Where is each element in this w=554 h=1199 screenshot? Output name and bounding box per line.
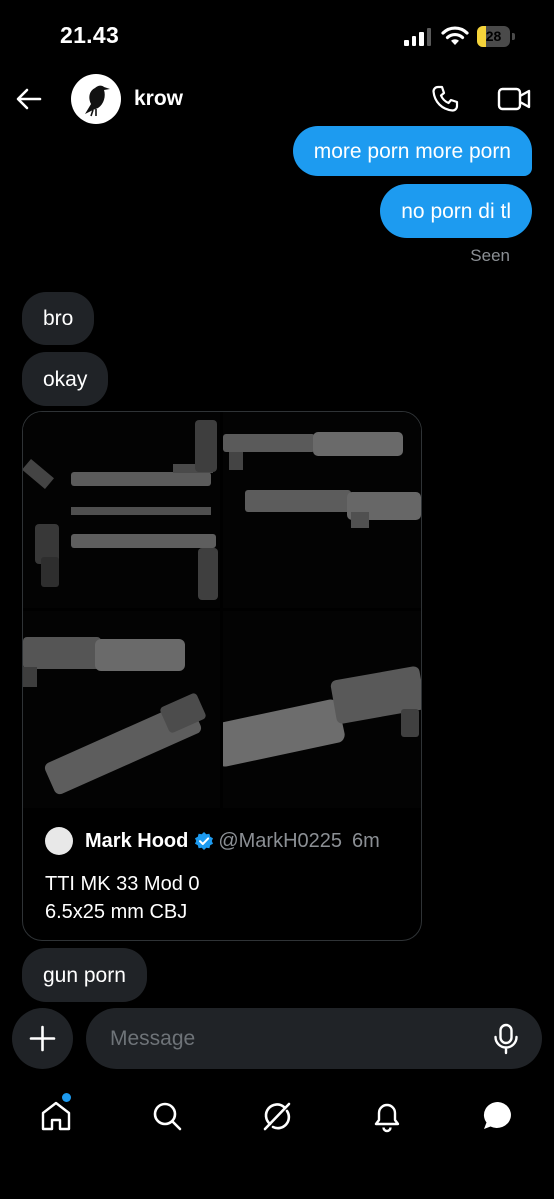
notification-dot <box>62 1093 71 1102</box>
shared-post-card[interactable]: Mark Hood @MarkH0225 6m TTI MK 33 Mod 0 … <box>22 411 422 941</box>
wifi-icon <box>441 26 469 45</box>
post-text-line: 6.5x25 mm CBJ <box>45 901 188 923</box>
avatar[interactable] <box>71 74 121 124</box>
battery-icon: 28 <box>477 26 517 47</box>
crow-icon <box>85 85 110 117</box>
phone-icon[interactable] <box>430 84 460 114</box>
seen-status: Seen <box>470 246 510 265</box>
media-image[interactable] <box>23 611 220 808</box>
post-text: TTI MK 33 Mod 0 6.5x25 mm CBJ <box>45 870 200 926</box>
battery-percent: 28 <box>485 28 502 44</box>
plus-icon <box>29 1025 56 1052</box>
home-icon[interactable] <box>39 1099 73 1133</box>
author-name[interactable]: Mark Hood <box>85 830 188 853</box>
media-image[interactable] <box>223 412 421 608</box>
back-arrow-icon[interactable] <box>14 84 44 114</box>
post-text-line: TTI MK 33 Mod 0 <box>45 873 200 895</box>
bell-icon[interactable] <box>370 1099 404 1133</box>
message-input[interactable] <box>86 1008 542 1069</box>
outgoing-message[interactable]: no porn di tl <box>380 184 532 238</box>
verified-icon <box>195 832 214 850</box>
mic-icon[interactable] <box>492 1023 520 1055</box>
incoming-message[interactable]: bro <box>22 292 95 345</box>
status-time: 21.43 <box>60 22 120 48</box>
post-age: 6m <box>352 829 380 852</box>
author-handle[interactable]: @MarkH0225 <box>218 830 342 853</box>
contact-name[interactable]: krow <box>134 87 183 111</box>
grok-icon[interactable] <box>260 1099 294 1133</box>
author-avatar[interactable] <box>45 827 73 855</box>
media-image[interactable] <box>223 611 421 808</box>
media-image[interactable] <box>23 412 220 608</box>
search-icon[interactable] <box>150 1099 184 1133</box>
signal-icon <box>404 28 434 46</box>
incoming-message[interactable]: gun porn <box>22 948 147 1002</box>
post-meta: Mark Hood @MarkH0225 6m <box>45 826 380 856</box>
media-grid[interactable] <box>23 412 421 808</box>
outgoing-message[interactable]: more porn more porn <box>292 126 532 176</box>
add-media-button[interactable] <box>12 1008 73 1069</box>
incoming-message[interactable]: okay <box>22 352 109 406</box>
messages-icon[interactable] <box>481 1099 515 1133</box>
video-icon[interactable] <box>497 86 531 112</box>
